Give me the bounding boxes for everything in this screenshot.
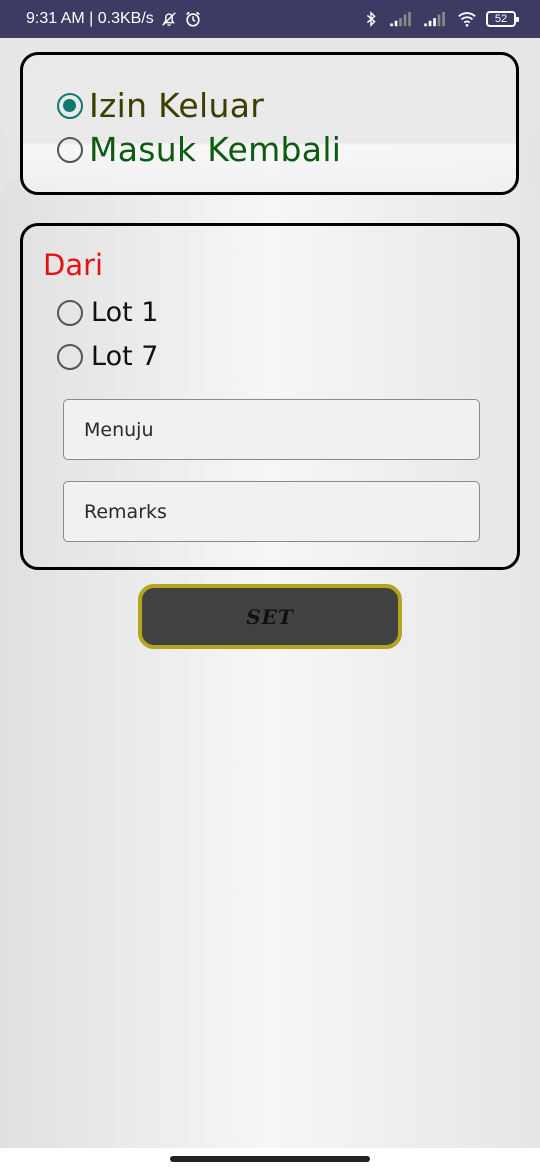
- destination-placeholder: Menuju: [84, 418, 154, 441]
- radio-unchecked-icon[interactable]: [57, 343, 83, 370]
- radio-label-izin-keluar: Izin Keluar: [89, 86, 265, 125]
- radio-label-masuk-kembali: Masuk Kembali: [89, 130, 342, 169]
- alarm-icon: [185, 11, 200, 27]
- radio-unchecked-icon[interactable]: [57, 136, 83, 163]
- radio-label-lot-7: Lot 7: [91, 341, 159, 372]
- set-button-label: SET: [246, 604, 294, 629]
- navigation-bar: [0, 1148, 540, 1170]
- radio-masuk-kembali[interactable]: Masuk Kembali: [57, 133, 341, 166]
- remarks-field[interactable]: Remarks: [63, 481, 480, 542]
- wifi-icon: [458, 12, 476, 27]
- radio-lot-7[interactable]: Lot 7: [57, 343, 158, 370]
- remarks-placeholder: Remarks: [84, 500, 167, 523]
- bluetooth-icon: [366, 10, 376, 28]
- mode-selector: Izin Keluar Masuk Kembali: [20, 52, 519, 195]
- radio-label-lot-1: Lot 1: [91, 297, 159, 328]
- from-title: Dari: [43, 248, 104, 282]
- signal-icon: [424, 11, 445, 27]
- from-section: Dari Lot 1 Lot 7 Menuju Remarks: [20, 223, 520, 570]
- radio-checked-icon[interactable]: [57, 92, 83, 119]
- destination-field[interactable]: Menuju: [63, 399, 480, 460]
- status-bar: 9:31 AM | 0.3KB/s 52: [0, 0, 540, 38]
- battery-level: 52: [494, 12, 508, 25]
- mute-bell-icon: [161, 12, 176, 26]
- battery-icon: 52: [486, 11, 519, 27]
- radio-lot-1[interactable]: Lot 1: [57, 299, 158, 326]
- radio-izin-keluar[interactable]: Izin Keluar: [57, 89, 264, 122]
- home-gesture-handle[interactable]: [170, 1156, 370, 1162]
- status-right: 52: [362, 10, 519, 28]
- status-left: 9:31 AM | 0.3KB/s: [26, 10, 202, 28]
- signal-icon: [390, 11, 411, 27]
- radio-unchecked-icon[interactable]: [57, 299, 83, 326]
- set-button[interactable]: SET: [138, 584, 402, 649]
- status-time: 9:31 AM | 0.3KB/s: [26, 10, 154, 27]
